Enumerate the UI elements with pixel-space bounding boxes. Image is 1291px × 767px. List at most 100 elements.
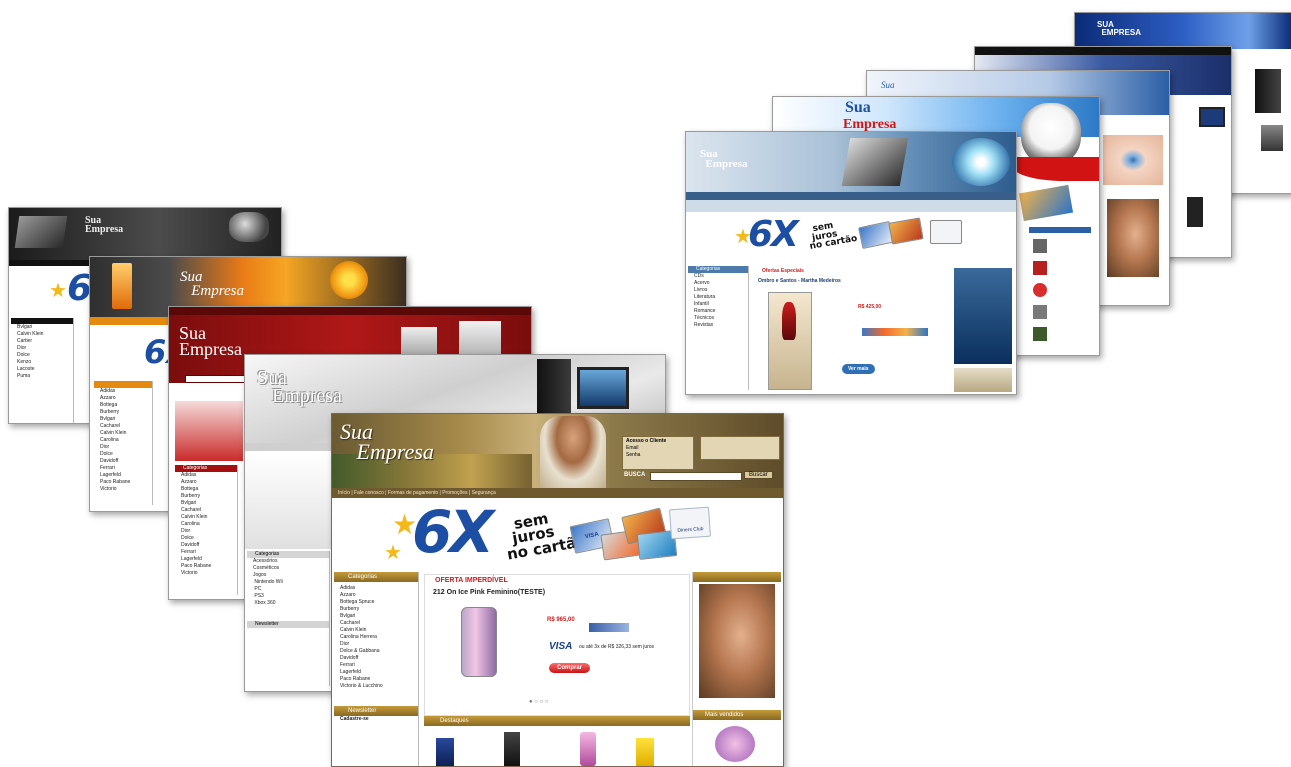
diners-card: Diners Club: [669, 506, 711, 540]
dog-image: [1021, 103, 1081, 165]
pc-image: [1187, 197, 1203, 227]
star-icon: ★: [49, 280, 67, 302]
brand-logo: Sua Empresa: [179, 323, 242, 360]
brand-logo: Sua Empresa: [85, 215, 124, 235]
login-senha-label: Senha: [626, 452, 641, 458]
category-sidebar: Adidas Azzaro Bottega Burberry Bvlgari Cachar…: [94, 381, 153, 505]
category-item[interactable]: Carolina Herrera: [334, 634, 418, 641]
product-name: 212 On Ice Pink Feminino(TESTE): [433, 589, 546, 596]
woman-image: [1107, 199, 1159, 277]
cards-image: [1018, 184, 1074, 222]
white-silhouette: [245, 453, 331, 549]
right-column: Mais vendidos: [692, 572, 781, 766]
eye-image: [1103, 135, 1163, 185]
cd-image: [952, 138, 1010, 186]
brand-logo: SUA EMPRESA: [1097, 20, 1142, 37]
orange-perfume-image: [112, 263, 132, 309]
camera-image: [229, 212, 269, 242]
monitor-image: [577, 367, 629, 409]
category-item[interactable]: Calvin Klein: [334, 627, 418, 634]
category-sidebar: Categorias Acessórios Cosméticos Jogos Nin…: [247, 551, 330, 686]
newsletter-header: Newsletter: [334, 706, 418, 716]
cards-image: [888, 217, 924, 245]
diners-card: [930, 220, 962, 244]
book-figure: [782, 302, 796, 340]
category-sidebar: Categorias Adidas Azzaro Bottega Spruce …: [334, 572, 419, 766]
right-banner: [954, 268, 1012, 364]
pink-perfume-thumb: [715, 726, 755, 762]
search-field[interactable]: [185, 375, 247, 383]
ps3-image: [1255, 69, 1281, 113]
promo-6x: 6X: [412, 498, 494, 566]
nav-bar: [686, 192, 1016, 200]
category-item[interactable]: Cacharel: [334, 620, 418, 627]
category-item[interactable]: Azzaro: [334, 592, 418, 599]
promo-6x: 6X: [748, 214, 799, 255]
destaques-header: Destaques: [424, 716, 690, 726]
product-name: Ombro e Santos - Martha Medeiros: [758, 278, 841, 284]
red-swoosh: [1013, 157, 1099, 181]
template-preview-modern-blue[interactable]: Sua Empresa ★ 6X sem juros no cartão Cat…: [685, 131, 1017, 395]
search-input[interactable]: [650, 472, 742, 481]
offer-box: OFERTA IMPERDÍVEL 212 On Ice Pink Femini…: [424, 574, 690, 716]
brand-logo: Sua: [845, 99, 871, 116]
category-sidebar: Categorias Adidas Azzaro Bottega Burberry Bv…: [175, 465, 238, 595]
category-item[interactable]: Lagerfeld: [334, 669, 418, 676]
category-item[interactable]: Bottega Spruce: [334, 599, 418, 606]
category-item[interactable]: Dior: [334, 641, 418, 648]
login-email-label: Email: [626, 445, 639, 451]
offer-title: OFERTA IMPERDÍVEL: [435, 577, 508, 584]
mais-vendidos-header: Mais vendidos: [693, 710, 781, 720]
cadastre-text: Cadastre-se: [340, 716, 369, 722]
monitor-image: [1199, 107, 1225, 127]
star-icon: ★: [384, 542, 402, 564]
category-item[interactable]: Burberry: [334, 606, 418, 613]
template-preview-gold[interactable]: Sua Empresa Acesso o Cliente Email Senha…: [331, 413, 784, 767]
search-button[interactable]: Buscar: [744, 471, 773, 479]
woman-portrait-image: [699, 584, 775, 698]
login-box: Acesso o Cliente Email Senha: [622, 436, 694, 470]
category-item[interactable]: Adidas: [334, 585, 418, 592]
categorias-header: Categorias: [334, 572, 418, 582]
promo-text: sem juros no cartão: [808, 220, 859, 253]
installments-text: ou até 3x de R$ 326,33 sem juros: [579, 644, 655, 650]
category-item[interactable]: Paco Rabane: [334, 676, 418, 683]
category-sidebar: Categorias CDs Acervo Livros Literatura Infa…: [688, 266, 749, 390]
top-bar: [975, 47, 1231, 55]
cart-box[interactable]: [700, 436, 780, 460]
visa-logo: VISA: [549, 641, 573, 652]
brand-logo: Sua Empresa: [700, 148, 748, 170]
desktop-pc-image: [537, 359, 571, 415]
brand-logo: Sua: [881, 80, 895, 90]
bonus-badge: [589, 623, 629, 632]
product-thumb-pink[interactable]: [580, 732, 596, 766]
comprar-button[interactable]: Comprar: [549, 663, 591, 673]
nav-bar: Início | Fale conosco | Formas de pagame…: [332, 488, 783, 498]
top-nav: [169, 307, 531, 315]
brand-logo: Sua Empresa: [180, 269, 245, 299]
category-item[interactable]: Victorio & Lucchino: [334, 683, 418, 690]
product-thumb-black[interactable]: [504, 732, 520, 766]
offer-title: Ofertas Especiais: [762, 268, 804, 274]
product-thumb-blue[interactable]: [436, 738, 454, 766]
red-banner: [175, 401, 243, 461]
product-price: R$ 425,00: [858, 304, 882, 310]
category-item[interactable]: Ferrari: [334, 662, 418, 669]
laptop-image: [14, 216, 68, 248]
pink-perfume-image: [461, 607, 497, 677]
laptop-image: [841, 138, 909, 186]
pagination-dots[interactable]: ● ○ ○ ○: [529, 699, 549, 705]
category-item[interactable]: Dolce & Gabbana: [334, 648, 418, 655]
brand-logo: Sua Empresa: [257, 367, 342, 407]
login-title: Acesso o Cliente: [626, 438, 667, 444]
busca-label: BUSCA: [624, 472, 646, 478]
category-item[interactable]: Davidoff: [334, 655, 418, 662]
category-item[interactable]: Bvlgari: [334, 613, 418, 620]
brand-logo: Sua Empresa: [340, 419, 434, 464]
woman-image: [540, 416, 606, 488]
search-bar: [686, 200, 1016, 212]
ver-mais-button[interactable]: Ver mais: [842, 364, 875, 374]
bottom-right-banner: [954, 368, 1012, 392]
payment-icons: [862, 328, 928, 336]
product-thumb-yellow[interactable]: [636, 738, 654, 766]
